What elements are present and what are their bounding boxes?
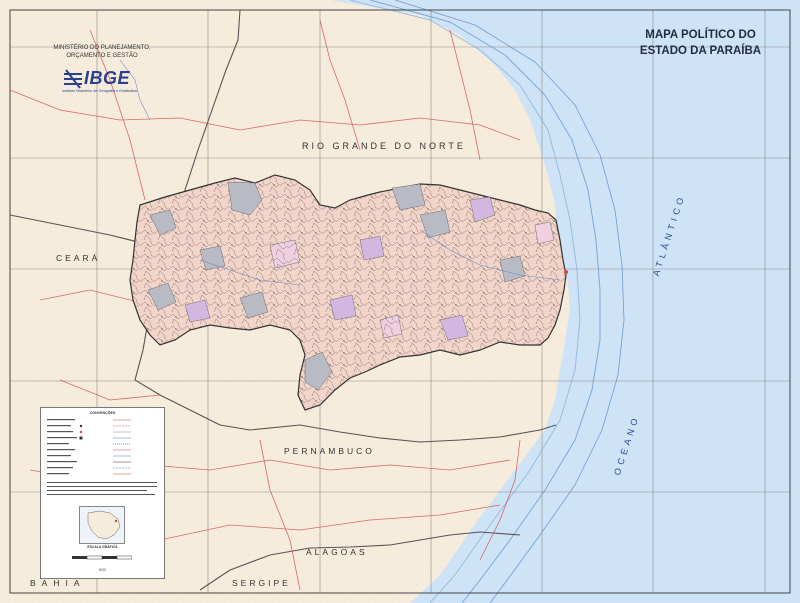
label-alagoas: ALAGOAS — [306, 547, 368, 557]
ibge-logo: IBGE Instituto Brasileiro de Geografia e… — [62, 66, 152, 96]
ministry-line1: MINISTÉRIO DO PLANEJAMENTO, — [53, 45, 151, 51]
ibge-logo-icon — [64, 69, 82, 89]
legend-symbols — [47, 419, 157, 495]
label-bahia: BAHIA — [30, 578, 86, 588]
legend-credit: IBGE — [98, 568, 107, 572]
map-title: MAPA POLÍTICO DO ESTADO DA PARAÍBA — [618, 27, 783, 59]
brazil-inset-icon — [79, 506, 125, 544]
label-ceara: CEARÁ — [56, 253, 101, 263]
ibge-logo-subtitle: Instituto Brasileiro de Geografia e Esta… — [62, 89, 137, 93]
capital-marker — [564, 270, 568, 274]
scale-bar — [72, 555, 132, 560]
ministry-heading: MINISTÉRIO DO PLANEJAMENTO, ORÇAMENTO E … — [42, 44, 162, 60]
legend-box: CONVENÇÕES ESCALA GRÁFICA IBGE — [40, 407, 165, 579]
ministry-line2: ORÇAMENTO E GESTÃO — [66, 53, 138, 59]
label-sergipe: SERGIPE — [232, 578, 291, 588]
map-title-line1: MAPA POLÍTICO DO — [645, 29, 756, 41]
legend-title: CONVENÇÕES — [89, 411, 116, 415]
ibge-logo-text: IBGE — [84, 68, 131, 88]
label-pernambuco: PERNAMBUCO — [284, 446, 375, 456]
label-rio-grande-do-norte: RIO GRANDE DO NORTE — [302, 141, 466, 151]
map-title-line2: ESTADO DA PARAÍBA — [639, 45, 762, 57]
legend-inset-title: ESCALA GRÁFICA — [87, 545, 118, 549]
